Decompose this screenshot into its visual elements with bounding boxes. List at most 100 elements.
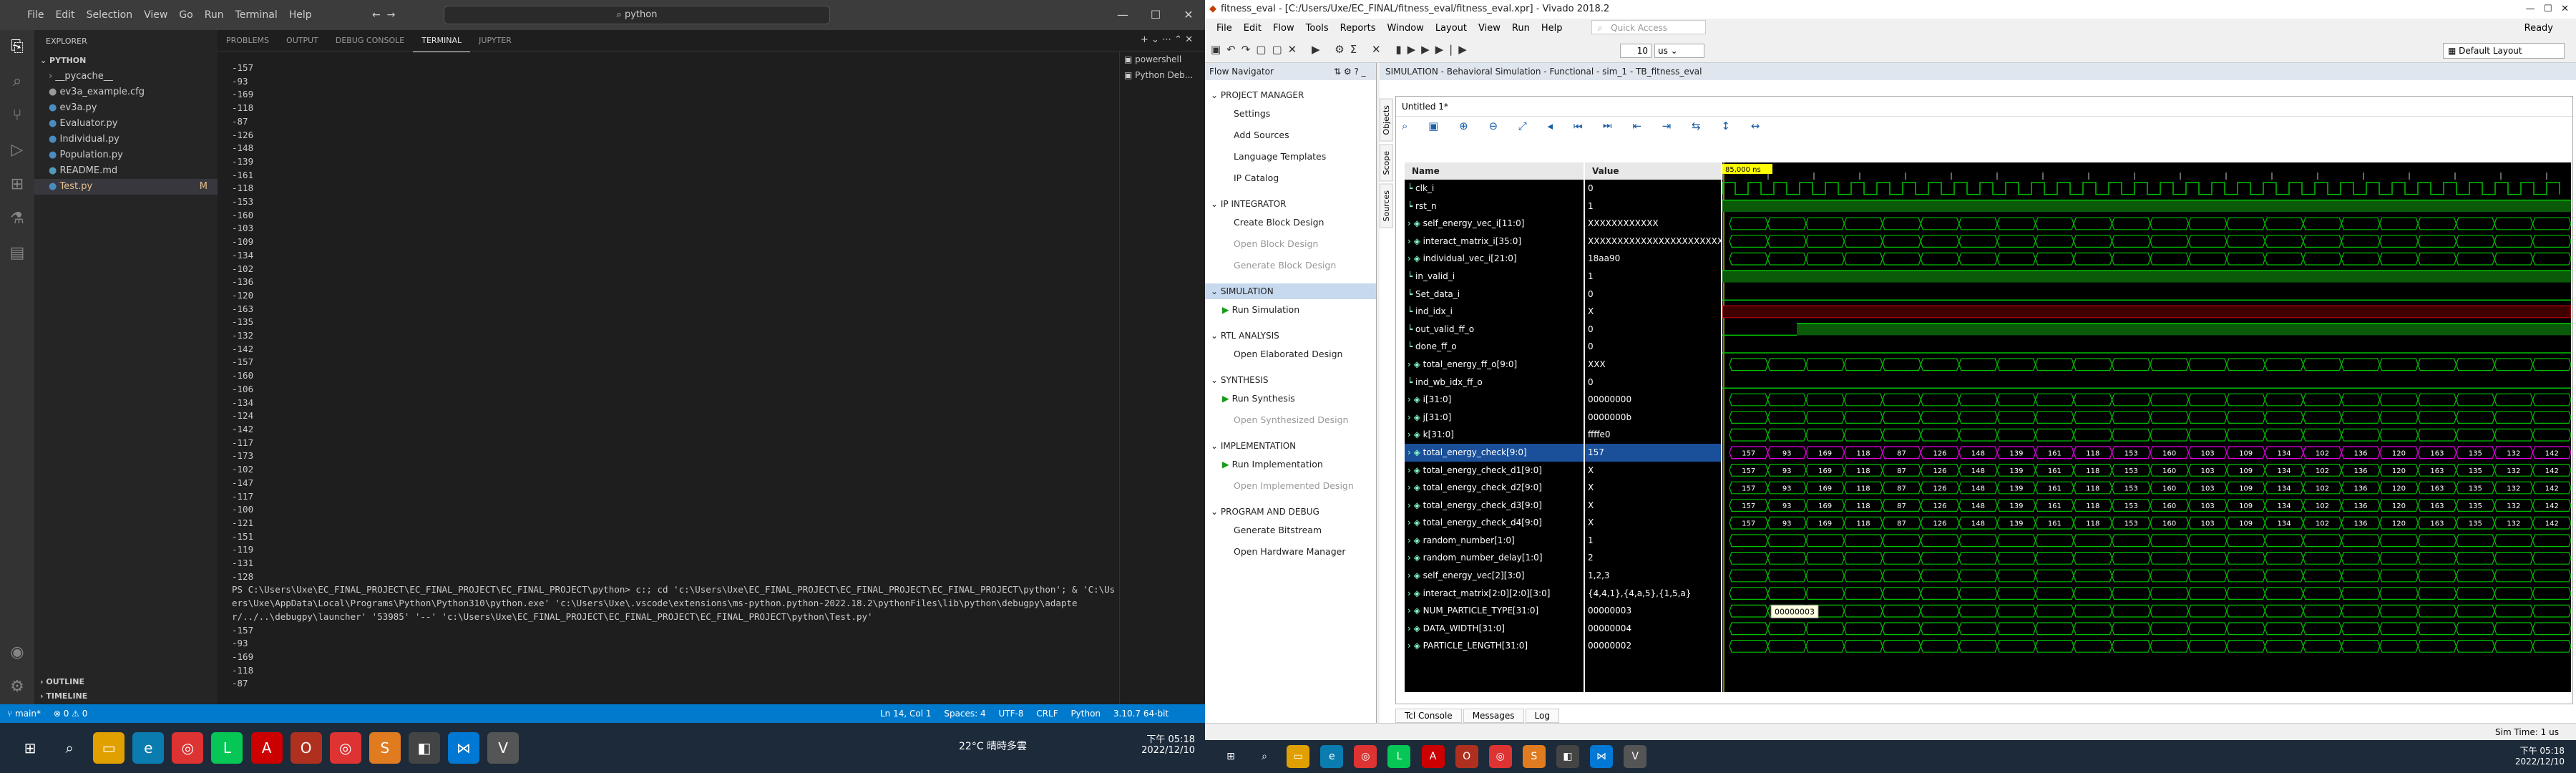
runtime-input[interactable]: 10 [1620, 44, 1652, 58]
vivado-menu-help[interactable]: Help [1536, 23, 1568, 34]
terminal-output[interactable]: -157 -93 -169 -118 -87 -126 -148 -139 -161 -118 -1… [232, 62, 1119, 691]
side-tab-sources[interactable]: Sources [1380, 184, 1393, 228]
vivado-menu-tools[interactable]: Tools [1300, 23, 1335, 34]
signal-name[interactable]: › ◈ self_energy_vec[2][3:0] [1405, 567, 1584, 585]
signal-name[interactable]: › ◈ total_energy_check_d1[9:0] [1405, 462, 1584, 480]
encoding[interactable]: UTF-8 [998, 709, 1033, 719]
signal-name[interactable]: › ◈ random_number[1:0] [1405, 532, 1584, 550]
menu-selection[interactable]: Selection [81, 0, 139, 30]
terminal-instance[interactable]: ▣ powershell [1120, 52, 1205, 67]
flow-section-simulation[interactable]: ⌄ SIMULATION [1205, 283, 1376, 299]
file-item[interactable]: ● README.md [34, 163, 218, 179]
flow-section-ip-integrator[interactable]: ⌄ IP INTEGRATOR [1205, 196, 1376, 212]
flow-item[interactable]: Open Hardware Manager [1205, 541, 1376, 563]
signal-name[interactable]: ┕ out_valid_ff_o [1405, 321, 1584, 339]
search-icon[interactable]: ⌕ [0, 64, 34, 99]
signal-name[interactable]: › ◈ self_energy_vec_i[11:0] [1405, 215, 1584, 233]
maximize-button[interactable]: ☐ [1139, 0, 1172, 30]
menu-help[interactable]: Help [283, 0, 318, 30]
start-icon[interactable]: ⊞ [14, 732, 46, 764]
flow-item[interactable]: ▶ Run Synthesis [1205, 388, 1376, 409]
menu-file[interactable]: File [21, 0, 49, 30]
vivado-menu-view[interactable]: View [1473, 23, 1506, 34]
bottom-tab-messages[interactable]: Messages [1463, 709, 1524, 723]
flow-item[interactable]: Add Sources [1205, 125, 1376, 146]
flow-item[interactable]: ▶ Run Implementation [1205, 454, 1376, 475]
wave-toolbar[interactable]: ⌕ ▣ ⊕ ⊖ ⤢ ◂ ⏮ ⏭ ⇤ ⇥ ⇆ ↕ ↔ [1396, 117, 2572, 138]
file-item[interactable]: ● Population.py [34, 147, 218, 163]
vivado-icon[interactable]: V [1624, 745, 1647, 768]
signal-name[interactable]: › ◈ random_number_delay[1:0] [1405, 549, 1584, 567]
explorer-icon[interactable]: ⎘ [0, 30, 34, 64]
tab-jupyter[interactable]: JUPYTER [470, 30, 520, 52]
flow-item[interactable]: Open Implemented Design [1205, 475, 1376, 497]
layout-select[interactable]: ▦ Default Layout [2443, 43, 2565, 59]
flow-item[interactable]: Language Templates [1205, 146, 1376, 167]
edge-icon[interactable]: e [1320, 745, 1344, 768]
interpreter[interactable]: 3.10.7 64-bit [1113, 709, 1169, 719]
language-mode[interactable]: Python [1070, 709, 1111, 719]
bottom-tab-log[interactable]: Log [1525, 709, 1559, 723]
folder-header[interactable]: ⌄ PYTHON [34, 53, 218, 69]
flow-section-rtl-analysis[interactable]: ⌄ RTL ANALYSIS [1205, 328, 1376, 344]
signal-name[interactable]: › ◈ total_energy_check_d4[9:0] [1405, 514, 1584, 532]
menu-go[interactable]: Go [173, 0, 198, 30]
minimize-button[interactable]: — [1106, 0, 1139, 30]
run-debug-icon[interactable]: ▷ [0, 133, 34, 167]
problems-indicator[interactable]: ⊗ 0 ⚠ 0 [44, 709, 88, 719]
vivado-menu-file[interactable]: File [1211, 23, 1238, 34]
tab-debug-console[interactable]: DEBUG CONSOLE [327, 30, 413, 52]
extensions-icon[interactable]: ⊞ [0, 167, 34, 202]
office-icon[interactable]: O [1455, 745, 1478, 768]
signal-name[interactable]: ┕ ind_wb_idx_ff_o [1405, 374, 1584, 392]
signal-name[interactable]: ┕ Set_data_i [1405, 286, 1584, 303]
flow-section-project-manager[interactable]: ⌄ PROJECT MANAGER [1205, 87, 1376, 103]
start-icon[interactable]: ⊞ [1219, 745, 1242, 768]
unit-select[interactable]: us ⌄ [1654, 44, 1704, 58]
vivado-menu-reports[interactable]: Reports [1335, 23, 1382, 34]
chrome2-icon[interactable]: ◎ [1488, 745, 1512, 768]
signal-name[interactable]: › ◈ j[31:0] [1405, 409, 1584, 427]
acrobat-icon[interactable]: A [250, 732, 283, 764]
app-icon[interactable]: ◧ [1556, 745, 1579, 768]
signal-name[interactable]: › ◈ i[31:0] [1405, 391, 1584, 409]
taskbar-search-icon[interactable]: ⌕ [54, 732, 85, 764]
flow-nav-tools[interactable]: ⇅ ⚙ ? _ [1334, 63, 1366, 80]
window-controls[interactable]: — ☐ ✕ [2526, 0, 2569, 19]
sublime-icon[interactable]: S [1522, 745, 1546, 768]
cursor-position[interactable]: Ln 14, Col 1 [880, 709, 942, 719]
office-icon[interactable]: O [290, 732, 322, 764]
vivado-menu-layout[interactable]: Layout [1430, 23, 1473, 34]
gear-icon[interactable]: ⚙ [0, 670, 34, 704]
chrome2-icon[interactable]: ◎ [329, 732, 361, 764]
flow-item[interactable]: Open Synthesized Design [1205, 409, 1376, 431]
app-icon[interactable]: ◧ [408, 732, 440, 764]
vivado-icon[interactable]: V [487, 732, 519, 764]
file-item[interactable]: ● Test.py M [34, 179, 218, 195]
signal-name[interactable]: › ◈ individual_vec_i[21:0] [1405, 250, 1584, 268]
toolbar-icons[interactable]: ▣↶↷▢▢✕ ▶ ⚙Σ ✕ ▮▶▶▶|▶ [1211, 43, 1473, 56]
line-icon[interactable]: L [211, 732, 243, 764]
terminal-instance[interactable]: ▣ Python Deb... [1120, 67, 1205, 83]
flow-item[interactable]: ▶ Run Simulation [1205, 299, 1376, 321]
side-tab-objects[interactable]: Objects [1380, 99, 1393, 142]
signal-name[interactable]: › ◈ k[31:0] [1405, 426, 1584, 444]
source-control-icon[interactable]: ⑂ [0, 99, 34, 133]
quick-access[interactable]: ⌕ Quick Access [1591, 20, 1706, 34]
chrome-icon[interactable]: ◎ [172, 732, 204, 764]
menu-terminal[interactable]: Terminal [230, 0, 283, 30]
tab-problems[interactable]: PROBLEMS [218, 30, 278, 52]
signal-name[interactable]: › ◈ total_energy_check_d3[9:0] [1405, 497, 1584, 515]
command-search[interactable]: ⌕ python [444, 6, 830, 24]
branch-indicator[interactable]: ⑂ main* [0, 709, 41, 719]
signal-name[interactable]: ┕ done_ff_o [1405, 338, 1584, 356]
flow-item[interactable]: Open Elaborated Design [1205, 344, 1376, 365]
signal-name[interactable]: ┕ rst_n [1405, 198, 1584, 215]
flow-section-synthesis[interactable]: ⌄ SYNTHESIS [1205, 372, 1376, 388]
file-explorer-icon[interactable]: ▭ [1287, 745, 1310, 768]
flow-section-program-and-debug[interactable]: ⌄ PROGRAM AND DEBUG [1205, 504, 1376, 520]
account-icon[interactable]: ◉ [0, 636, 34, 670]
file-item[interactable]: › __pycache__ [34, 69, 218, 84]
signal-name[interactable]: › ◈ PARTICLE_LENGTH[31:0] [1405, 637, 1584, 655]
nav-back-icon[interactable]: ← → [372, 0, 395, 30]
